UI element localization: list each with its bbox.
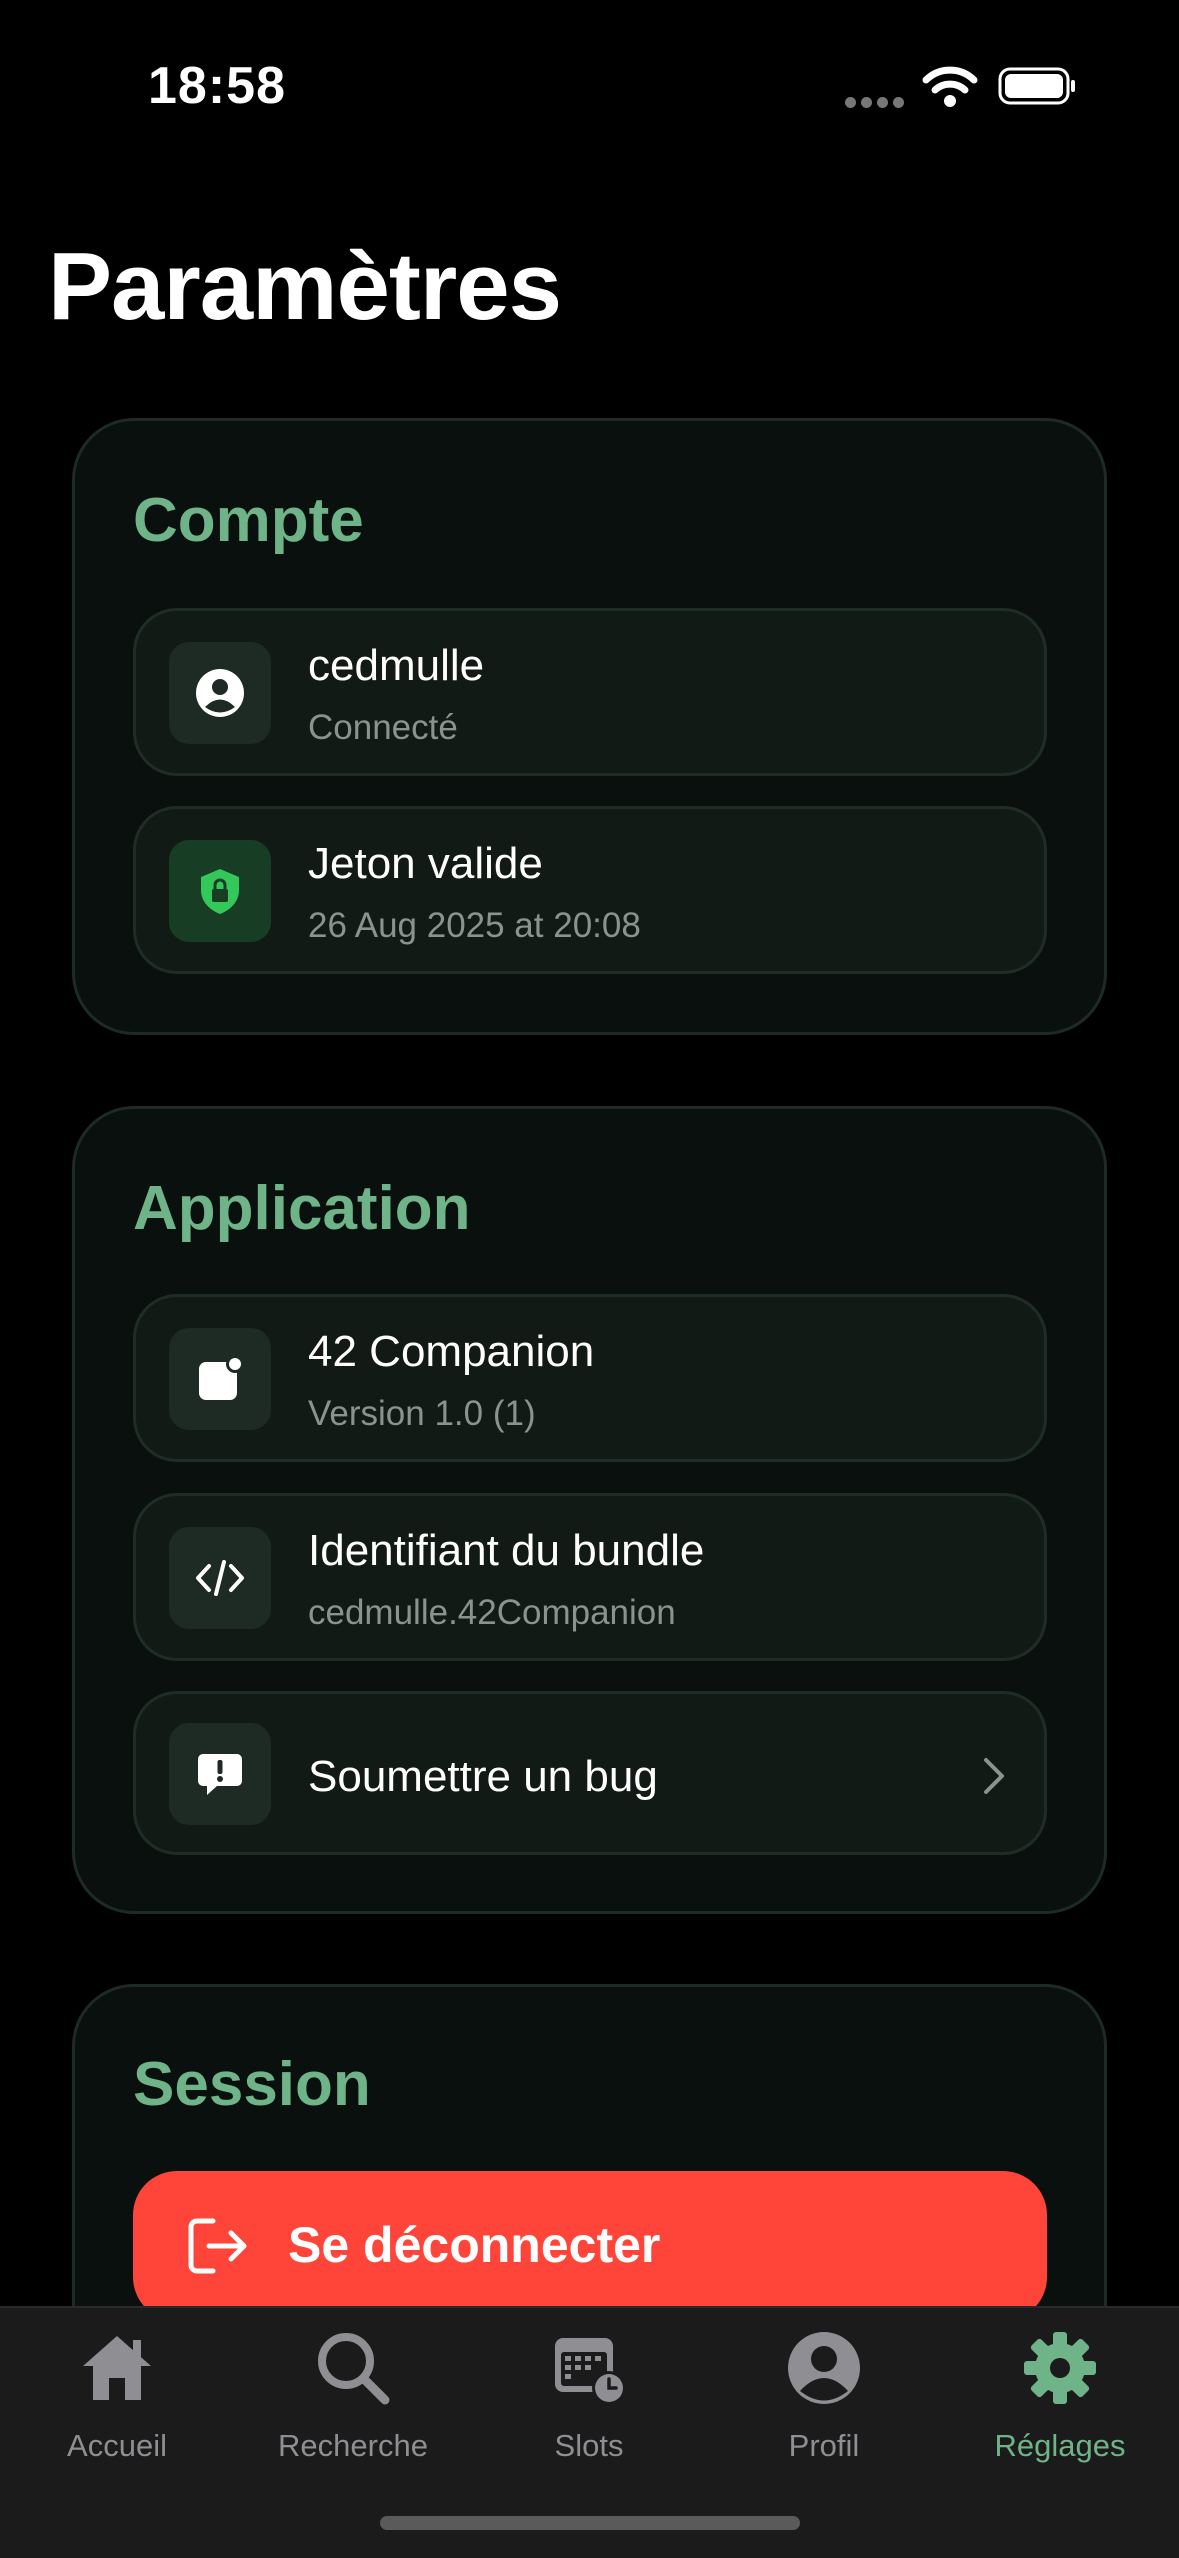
code-brackets-icon <box>169 1527 271 1629</box>
token-row: Jeton valide 26 Aug 2025 at 20:08 <box>133 806 1047 974</box>
section-title-session: Session <box>133 2050 371 2119</box>
cellular-signal-icon <box>845 95 909 113</box>
status-bar: 18:58 <box>0 0 1179 150</box>
app-badge-icon <box>169 1328 271 1430</box>
bundle-id-value: cedmulle.42Companion <box>308 1593 676 1632</box>
submit-bug-label: Soumettre un bug <box>308 1752 658 1801</box>
magnifier-icon <box>318 2333 390 2405</box>
house-icon <box>83 2336 151 2400</box>
tab-label: Réglages <box>994 2428 1126 2463</box>
status-time: 18:58 <box>148 57 286 115</box>
tab-label: Recherche <box>278 2428 428 2463</box>
logout-label: Se déconnecter <box>288 2217 661 2273</box>
tab-accueil[interactable]: Accueil <box>7 2328 227 2488</box>
shield-lock-icon <box>169 840 271 942</box>
app-version: Version 1.0 (1) <box>308 1394 536 1433</box>
app-info-row: 42 Companion Version 1.0 (1) <box>133 1294 1047 1462</box>
logout-button[interactable]: Se déconnecter <box>133 2171 1047 2321</box>
tab-label: Accueil <box>67 2428 167 2463</box>
battery-icon <box>998 67 1075 105</box>
wifi-icon <box>922 66 978 107</box>
section-title-account: Compte <box>133 486 364 555</box>
tab-recherche[interactable]: Recherche <box>243 2328 463 2488</box>
person-circle-icon <box>788 2332 860 2404</box>
account-section: Compte cedmulle Connecté Jeton valide 26… <box>72 418 1107 1035</box>
section-title-application: Application <box>133 1174 471 1243</box>
exclamation-bubble-icon <box>169 1723 271 1825</box>
application-section: Application 42 Companion Version 1.0 (1)… <box>72 1106 1107 1914</box>
home-indicator[interactable] <box>380 2516 800 2530</box>
username: cedmulle <box>308 641 485 690</box>
app-name: 42 Companion <box>308 1327 595 1376</box>
tab-label: Slots <box>554 2428 624 2463</box>
logout-icon <box>188 2218 247 2274</box>
tab-label: Profil <box>788 2428 860 2463</box>
calendar-clock-icon <box>555 2338 626 2405</box>
tab-reglages[interactable]: Réglages <box>950 2328 1170 2488</box>
bundle-id-row: Identifiant du bundle cedmulle.42Compani… <box>133 1493 1047 1661</box>
chevron-right-icon <box>984 1758 1004 1794</box>
gear-icon <box>1024 2332 1096 2404</box>
user-avatar-icon <box>169 642 271 744</box>
page-title: Paramètres <box>48 233 562 340</box>
account-user-row: cedmulle Connecté <box>133 608 1047 776</box>
submit-bug-row[interactable]: Soumettre un bug <box>133 1691 1047 1855</box>
token-expiry-date: 26 Aug 2025 at 20:08 <box>308 906 641 945</box>
connection-status: Connecté <box>308 708 458 747</box>
tab-slots[interactable]: Slots <box>479 2328 699 2488</box>
tab-profil[interactable]: Profil <box>714 2328 934 2488</box>
token-status: Jeton valide <box>308 839 543 888</box>
bundle-id-label: Identifiant du bundle <box>308 1526 705 1575</box>
